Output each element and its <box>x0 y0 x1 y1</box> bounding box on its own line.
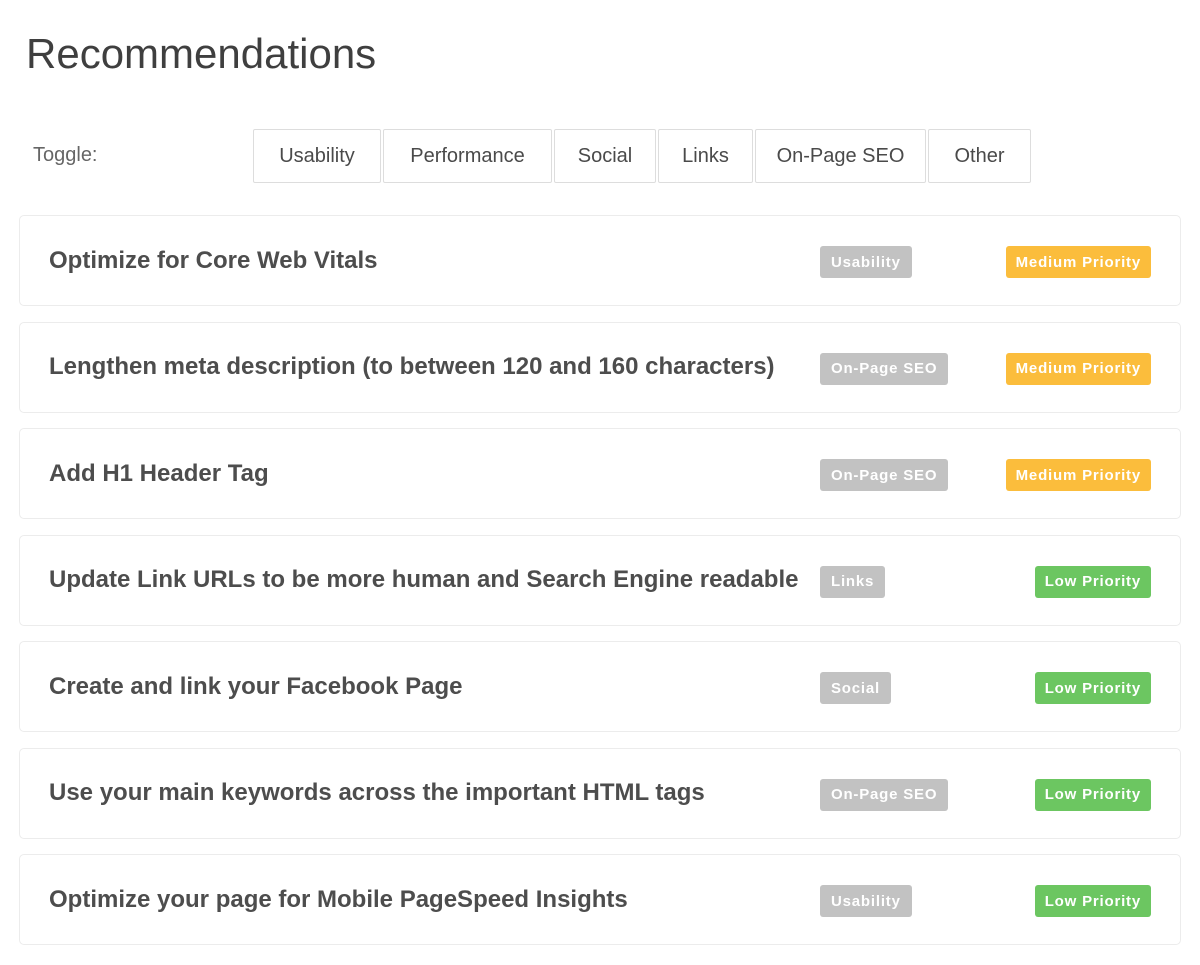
recommendation-row[interactable]: Update Link URLs to be more human and Se… <box>19 534 1181 626</box>
recommendation-title: Lengthen meta description (to between 12… <box>49 353 775 380</box>
priority-badge: Medium Priority <box>1005 459 1151 491</box>
priority-badge: Low Priority <box>1034 672 1151 704</box>
recommendation-row[interactable]: Use your main keywords across the import… <box>19 747 1181 839</box>
category-badge: Usability <box>820 246 912 278</box>
toggle-other-button[interactable]: Other <box>928 129 1031 183</box>
recommendation-title: Create and link your Facebook Page <box>49 672 463 700</box>
priority-badge: Low Priority <box>1034 885 1151 917</box>
category-badge: On-Page SEO <box>820 778 949 811</box>
category-badge: On-Page SEO <box>820 352 949 385</box>
recommendation-row[interactable]: Lengthen meta description (to between 12… <box>19 321 1181 413</box>
toggle-filter-group: Usability Performance Social Links On-Pa… <box>253 129 1031 183</box>
category-badge: Social <box>820 672 891 704</box>
recommendation-row[interactable]: Add H1 Header Tag On-Page SEO Medium Pri… <box>19 428 1181 519</box>
priority-badge: Low Priority <box>1034 565 1151 598</box>
category-badge: Links <box>820 565 886 598</box>
recommendation-title: Add H1 Header Tag <box>49 459 269 487</box>
toggle-links-button[interactable]: Links <box>658 129 753 183</box>
toggle-usability-button[interactable]: Usability <box>253 129 381 183</box>
recommendations-page: Recommendations Toggle: Usability Perfor… <box>0 0 1200 965</box>
priority-badge: Medium Priority <box>1005 246 1151 278</box>
toggle-on-page-seo-button[interactable]: On-Page SEO <box>755 129 926 183</box>
recommendation-title: Update Link URLs to be more human and Se… <box>49 566 799 593</box>
toggle-social-button[interactable]: Social <box>554 129 656 183</box>
page-title: Recommendations <box>26 30 377 77</box>
priority-badge: Low Priority <box>1034 778 1151 811</box>
recommendation-row[interactable]: Optimize your page for Mobile PageSpeed … <box>19 854 1181 945</box>
recommendation-list: Optimize for Core Web Vitals Usability M… <box>19 215 1181 961</box>
recommendation-title: Optimize your page for Mobile PageSpeed … <box>49 885 628 913</box>
recommendation-title: Use your main keywords across the import… <box>49 779 705 806</box>
toggle-label: Toggle: <box>33 144 98 166</box>
category-badge: On-Page SEO <box>820 459 949 491</box>
category-badge: Usability <box>820 885 912 917</box>
recommendation-row[interactable]: Optimize for Core Web Vitals Usability M… <box>19 215 1181 306</box>
recommendation-row[interactable]: Create and link your Facebook Page Socia… <box>19 641 1181 732</box>
recommendation-title: Optimize for Core Web Vitals <box>49 246 378 274</box>
priority-badge: Medium Priority <box>1005 352 1151 385</box>
toggle-performance-button[interactable]: Performance <box>383 129 552 183</box>
